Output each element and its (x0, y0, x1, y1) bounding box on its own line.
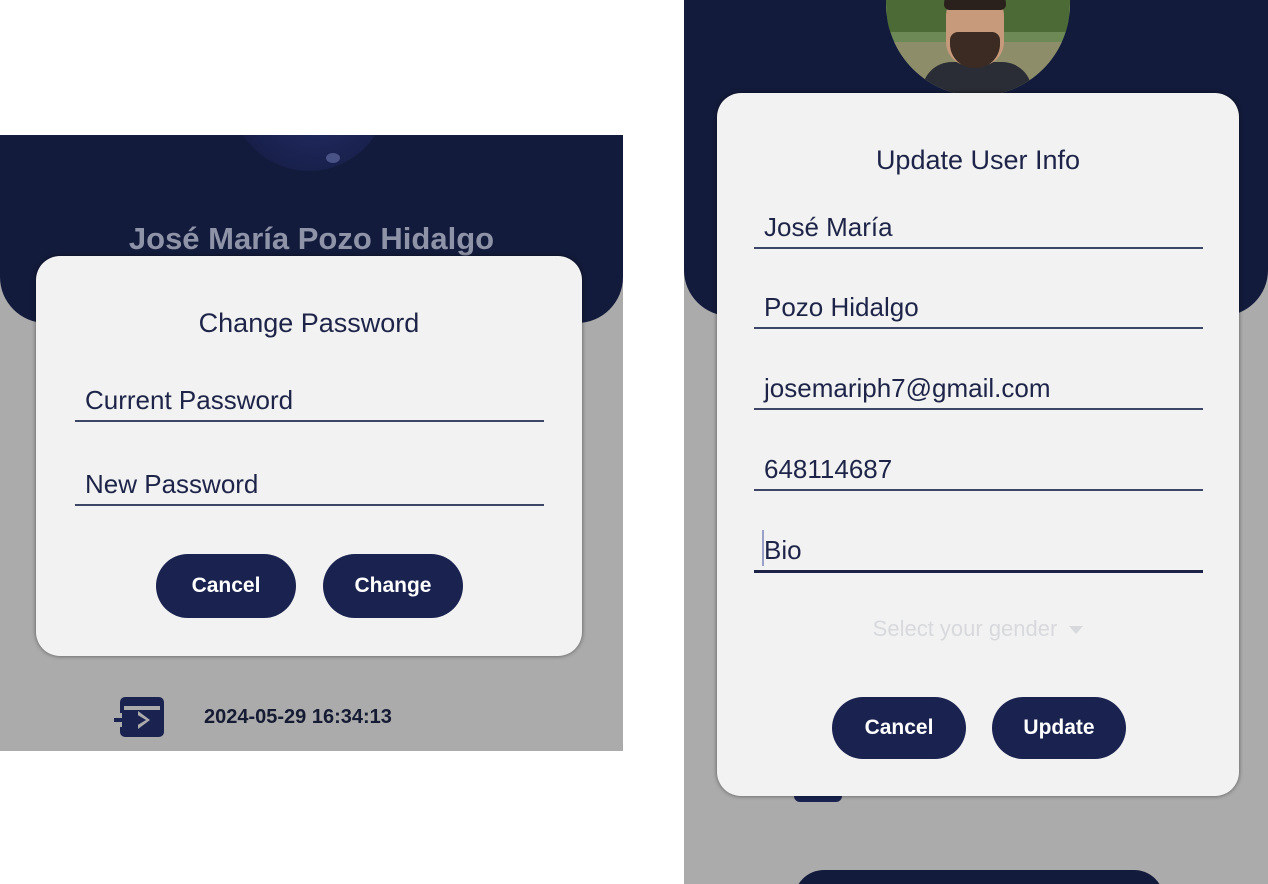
current-password-placeholder: Current Password (85, 385, 294, 415)
avatar (886, 0, 1070, 96)
new-password-field[interactable]: New Password (75, 464, 544, 506)
first-name-field[interactable]: José María (754, 207, 1203, 249)
bio-placeholder: Bio (764, 535, 802, 565)
update-user-info-dialog: Update User Info José María Pozo Hidalgo… (717, 93, 1239, 796)
logout-icon (110, 695, 166, 739)
cancel-button[interactable]: Cancel (832, 697, 966, 759)
new-password-placeholder: New Password (85, 469, 259, 499)
update-button[interactable]: Update (992, 697, 1126, 759)
phone-value: 648114687 (764, 454, 893, 484)
last-login-row: 2024-05-29 16:34:13 (110, 695, 392, 739)
update-user-info-screen: Update User Info José María Pozo Hidalgo… (684, 0, 1268, 884)
change-button[interactable]: Change (323, 554, 463, 618)
profile-name: José María Pozo Hidalgo (128, 221, 495, 256)
phone-field[interactable]: 648114687 (754, 449, 1203, 491)
current-password-field[interactable]: Current Password (75, 380, 544, 422)
last-login-timestamp: 2024-05-29 16:34:13 (204, 705, 392, 728)
change-password-screen: José María Pozo Hidalgo 2024-05-29 16:34… (0, 135, 623, 751)
gender-select-placeholder: Select your gender (872, 616, 1058, 641)
gender-select[interactable]: Select your gender (717, 616, 1239, 642)
last-name-field[interactable]: Pozo Hidalgo (754, 287, 1203, 329)
chevron-down-icon (1069, 626, 1084, 635)
dialog-title: Change Password (198, 308, 420, 338)
dialog-title: Update User Info (875, 145, 1081, 175)
partial-bottom-button[interactable] (794, 870, 1164, 884)
cancel-button[interactable]: Cancel (156, 554, 296, 618)
first-name-value: José María (764, 212, 893, 242)
last-name-value: Pozo Hidalgo (764, 292, 919, 322)
email-field[interactable]: josemariph7@gmail.com (754, 368, 1203, 410)
email-value: josemariph7@gmail.com (764, 373, 1051, 403)
bio-field[interactable]: Bio (754, 530, 1203, 573)
change-password-dialog: Change Password Current Password New Pas… (36, 256, 582, 656)
